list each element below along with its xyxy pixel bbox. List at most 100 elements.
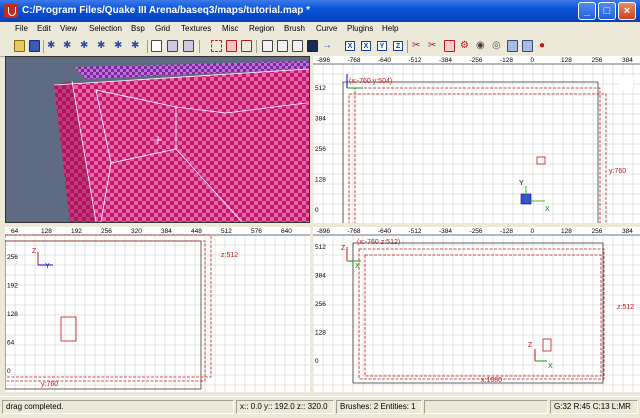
axis-z-label: Z bbox=[32, 248, 37, 255]
rotate-x-icon[interactable]: ✱ bbox=[63, 40, 74, 52]
tick-label: 256 bbox=[7, 254, 18, 261]
flip-x-icon[interactable]: ✱ bbox=[47, 40, 58, 52]
tick-label: 192 bbox=[7, 283, 18, 290]
select-face-icon[interactable] bbox=[241, 40, 252, 52]
menu-brush[interactable]: Brush bbox=[284, 24, 305, 33]
menu-textures[interactable]: Textures bbox=[181, 24, 211, 33]
tick-label: 256 bbox=[101, 228, 112, 235]
tick-label: 64 bbox=[7, 340, 15, 347]
view-y-button[interactable]: Y bbox=[377, 41, 387, 51]
menu-curve[interactable]: Curve bbox=[316, 24, 337, 33]
view-x-button[interactable]: X bbox=[345, 41, 355, 51]
axis-x-label: X bbox=[355, 263, 360, 270]
menu-bsp[interactable]: Bsp bbox=[131, 24, 145, 33]
tick-label: -128 bbox=[500, 228, 513, 235]
tick-label: 128 bbox=[41, 228, 52, 235]
menu-selection[interactable]: Selection bbox=[89, 24, 122, 33]
csg-subtract-icon[interactable] bbox=[262, 40, 273, 52]
hollow-icon[interactable] bbox=[292, 40, 303, 52]
select-complete-icon[interactable] bbox=[226, 40, 237, 52]
title-bar: C:/Program Files/Quake III Arena/baseq3/… bbox=[0, 0, 640, 22]
patch-tool-icon[interactable]: ✂ bbox=[412, 40, 423, 52]
side-view[interactable]: 6412819225632038444851257664070 25619212… bbox=[5, 227, 310, 392]
delete-icon[interactable] bbox=[444, 40, 455, 52]
axis-y-label: Y bbox=[45, 263, 50, 270]
status-empty bbox=[424, 400, 548, 414]
tick-label: 0 bbox=[531, 57, 535, 64]
toolbar-separator bbox=[147, 40, 148, 53]
tick-label: -384 bbox=[439, 228, 452, 235]
camera-view[interactable] bbox=[5, 56, 310, 223]
axis-y-label: Y bbox=[519, 180, 524, 187]
texture-lock-icon[interactable]: ● bbox=[539, 40, 550, 52]
tick-label: 256 bbox=[315, 146, 326, 153]
tick-label: -768 bbox=[348, 228, 361, 235]
texture-icon[interactable] bbox=[151, 40, 162, 52]
tick-label: -640 bbox=[378, 228, 391, 235]
tick-label: 384 bbox=[315, 273, 326, 280]
toolbar-separator bbox=[256, 40, 257, 53]
save-file-icon[interactable] bbox=[29, 40, 40, 52]
change-views-icon[interactable] bbox=[307, 40, 318, 52]
size-y-label: y:760 bbox=[41, 381, 59, 388]
camera-icon[interactable]: ◉ bbox=[476, 40, 487, 52]
close-button[interactable]: × bbox=[618, 2, 636, 20]
flip-z-icon[interactable]: ✱ bbox=[114, 40, 125, 52]
menu-file[interactable]: File bbox=[15, 24, 28, 33]
tick-label: -768 bbox=[348, 57, 361, 64]
menu-region[interactable]: Region bbox=[249, 24, 274, 33]
clipper-icon[interactable]: → bbox=[322, 40, 333, 52]
horizontal-splitter[interactable] bbox=[5, 223, 640, 227]
maximize-button[interactable]: □ bbox=[598, 2, 616, 20]
tick-label: -896 bbox=[317, 57, 330, 64]
tick-label: -384 bbox=[439, 57, 452, 64]
tick-label: 448 bbox=[191, 228, 202, 235]
open-file-icon[interactable] bbox=[14, 40, 25, 52]
axis-x-label-2: X bbox=[548, 363, 553, 370]
menu-help[interactable]: Help bbox=[382, 24, 398, 33]
axis-x-label: X bbox=[545, 206, 550, 213]
app-icon bbox=[4, 4, 18, 18]
top-view[interactable]: -896 -768 -640 -512 -384 -256 -128 0 128 256 384 5… bbox=[313, 56, 640, 224]
select-inside-icon[interactable] bbox=[167, 40, 178, 52]
window-title: C:/Program Files/Quake III Arena/baseq3/… bbox=[22, 5, 311, 16]
status-bar: drag completed. x:: 0.0 y:: 192.0 z:: 32… bbox=[0, 396, 640, 418]
cubic-clip-icon[interactable]: ◎ bbox=[492, 40, 503, 52]
tick-label: 128 bbox=[315, 330, 326, 337]
tick-label: -128 bbox=[500, 57, 513, 64]
camera-render bbox=[6, 57, 309, 222]
toolbar-separator bbox=[43, 40, 44, 53]
rotate-y-icon[interactable]: ✱ bbox=[97, 40, 108, 52]
entity-icon[interactable] bbox=[507, 40, 518, 52]
menu-grid[interactable]: Grid bbox=[155, 24, 170, 33]
tick-label: 576 bbox=[251, 228, 262, 235]
view-x-button-2[interactable]: X bbox=[361, 41, 371, 51]
menu-view[interactable]: View bbox=[60, 24, 77, 33]
scale-icon[interactable] bbox=[522, 40, 533, 52]
size-z-label: z:512 bbox=[617, 304, 635, 311]
tick-label: 256 bbox=[592, 57, 603, 64]
coord-readout: (x:-760 z:512) bbox=[357, 239, 401, 246]
menu-plugins[interactable]: Plugins bbox=[347, 24, 373, 33]
size-z-label: z:512 bbox=[221, 252, 239, 259]
csg-merge-icon[interactable] bbox=[277, 40, 288, 52]
axis-z-label-2: Z bbox=[528, 342, 533, 349]
menu-edit[interactable]: Edit bbox=[37, 24, 51, 33]
flip-icon[interactable]: ⚙ bbox=[460, 40, 471, 52]
rotate-z-icon[interactable]: ✱ bbox=[131, 40, 142, 52]
select-touching-icon[interactable] bbox=[183, 40, 194, 52]
tick-label: 0 bbox=[315, 358, 319, 365]
menu-misc[interactable]: Misc bbox=[222, 24, 238, 33]
status-coords: x:: 0.0 y:: 192.0 z:: 320.0 bbox=[236, 400, 334, 414]
select-partial-icon[interactable] bbox=[211, 40, 222, 52]
tick-label: -256 bbox=[470, 228, 483, 235]
minimize-button[interactable]: _ bbox=[578, 2, 596, 20]
tick-label: 192 bbox=[71, 228, 82, 235]
split-tool-icon[interactable]: ✂ bbox=[428, 40, 439, 52]
tick-label: -896 bbox=[317, 228, 330, 235]
tick-label: 384 bbox=[161, 228, 172, 235]
front-view[interactable]: -896 -768 -640 -512 -384 -256 -128 0 128 256 384 5… bbox=[313, 227, 640, 392]
view-z-button[interactable]: Z bbox=[393, 41, 403, 51]
flip-y-icon[interactable]: ✱ bbox=[80, 40, 91, 52]
tick-label: 0 bbox=[531, 228, 535, 235]
